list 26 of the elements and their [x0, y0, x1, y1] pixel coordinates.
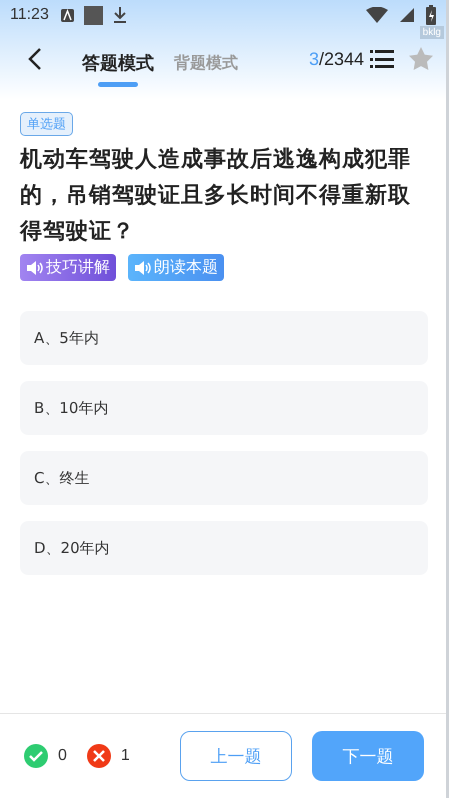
- signal-icon: [400, 8, 414, 22]
- status-time: 11:23: [10, 6, 49, 24]
- check-icon: [24, 744, 48, 768]
- battery-icon: [426, 5, 436, 25]
- cross-icon: [86, 744, 111, 768]
- question-type-tag: 单选题: [20, 112, 73, 136]
- list-icon[interactable]: [370, 49, 394, 69]
- debug-badge: bklg: [420, 26, 444, 39]
- star-icon[interactable]: [408, 46, 434, 72]
- download-icon: [112, 7, 127, 23]
- wrong-count: 1: [120, 747, 130, 765]
- notification-icon: [60, 8, 74, 22]
- correct-count: 0: [58, 747, 67, 765]
- answer-option[interactable]: C、终生: [20, 451, 428, 505]
- question-counter: 3/2344: [308, 48, 364, 70]
- audio-button[interactable]: 技巧讲解: [20, 254, 116, 281]
- answer-option[interactable]: B、10年内: [20, 381, 428, 435]
- mode-tab[interactable]: 答题模式: [82, 37, 154, 89]
- answer-option[interactable]: A、5年内: [20, 311, 428, 365]
- speaker-icon: [134, 260, 152, 276]
- back-icon[interactable]: [28, 47, 42, 71]
- answer-option[interactable]: D、20年内: [20, 521, 428, 575]
- speaker-icon: [26, 260, 44, 276]
- wifi-icon: [366, 7, 388, 23]
- question-text: 机动车驾驶人造成事故后逃逸构成犯罪的，吊销驾驶证且多长时间不得重新取得驾驶证？: [20, 146, 412, 246]
- square-icon: [84, 6, 103, 24]
